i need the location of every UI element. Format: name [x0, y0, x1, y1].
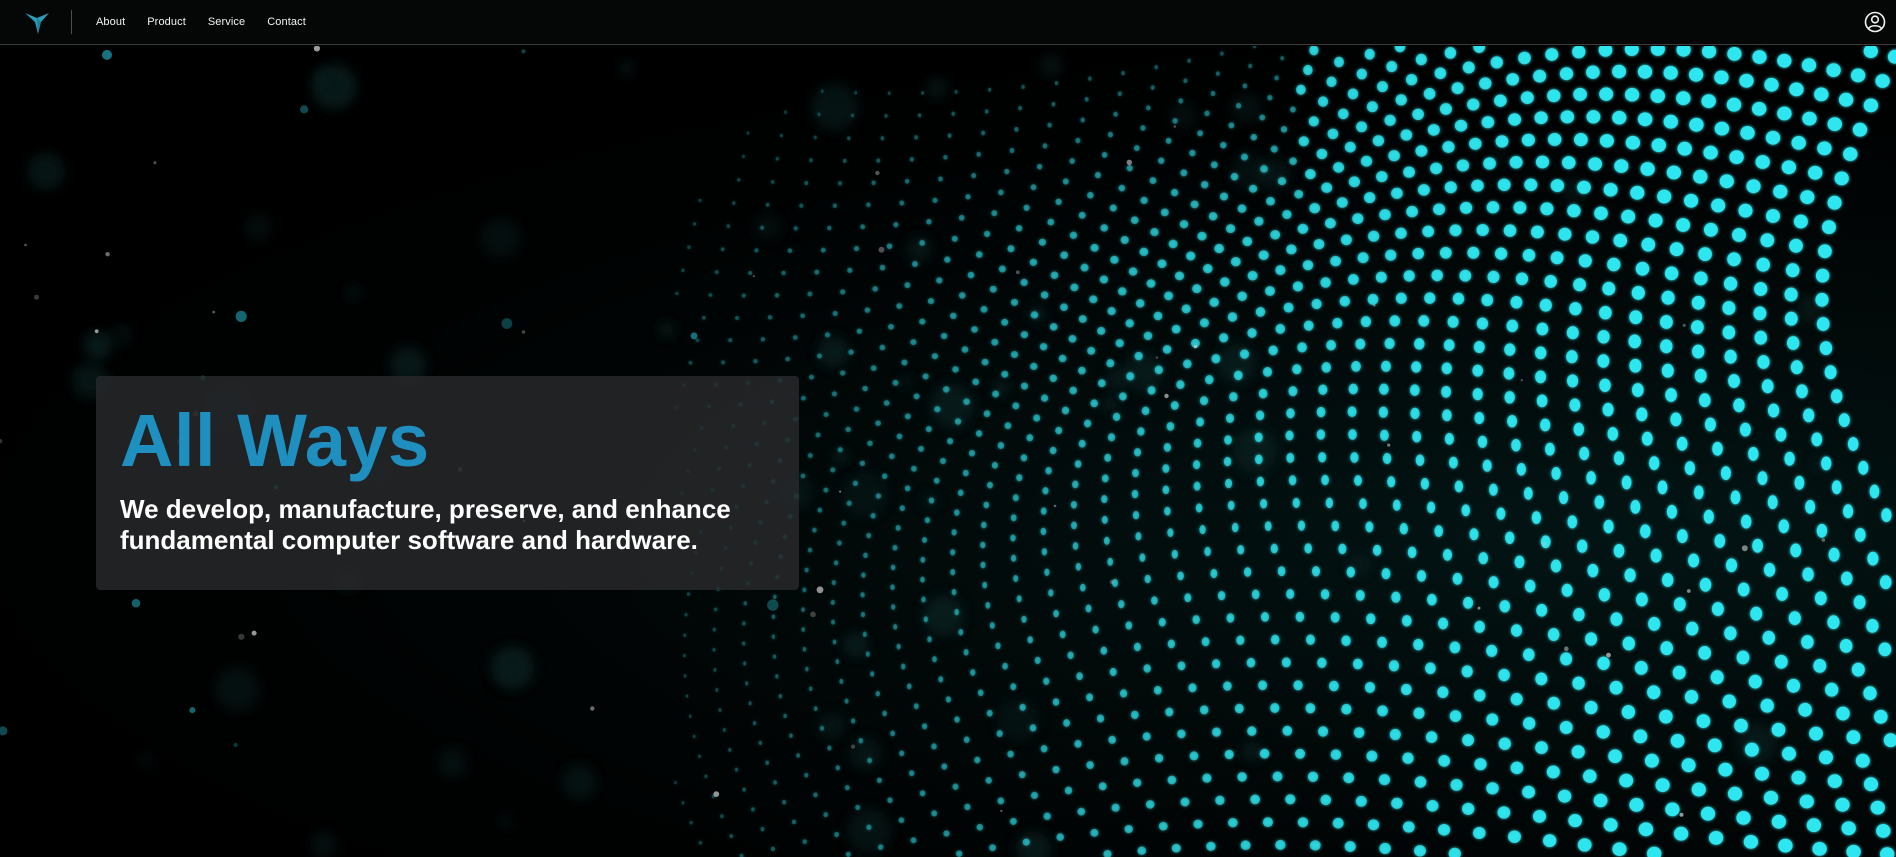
nav-link-about[interactable]: About: [96, 16, 125, 28]
user-circle-icon[interactable]: [1864, 11, 1886, 33]
hero-subtitle-line-2: fundamental computer software and hardwa…: [120, 525, 698, 555]
nav-link-product[interactable]: Product: [147, 16, 186, 28]
hero-title: All Ways: [120, 399, 430, 482]
top-navbar: About Product Service Contact: [0, 0, 1896, 45]
hero-card: All Ways We develop, manufacture, preser…: [96, 376, 799, 590]
nav-links: About Product Service Contact: [96, 0, 328, 44]
nav-divider: [71, 10, 72, 34]
nav-link-service[interactable]: Service: [208, 16, 245, 28]
landing-page: About Product Service Contact All Ways W…: [0, 0, 1896, 857]
bird-logo-icon[interactable]: [24, 10, 50, 36]
nav-link-contact[interactable]: Contact: [267, 16, 306, 28]
hero-subtitle-line-1: We develop, manufacture, preserve, and e…: [120, 494, 731, 524]
hero-subtitle: We develop, manufacture, preserve, and e…: [120, 494, 775, 556]
